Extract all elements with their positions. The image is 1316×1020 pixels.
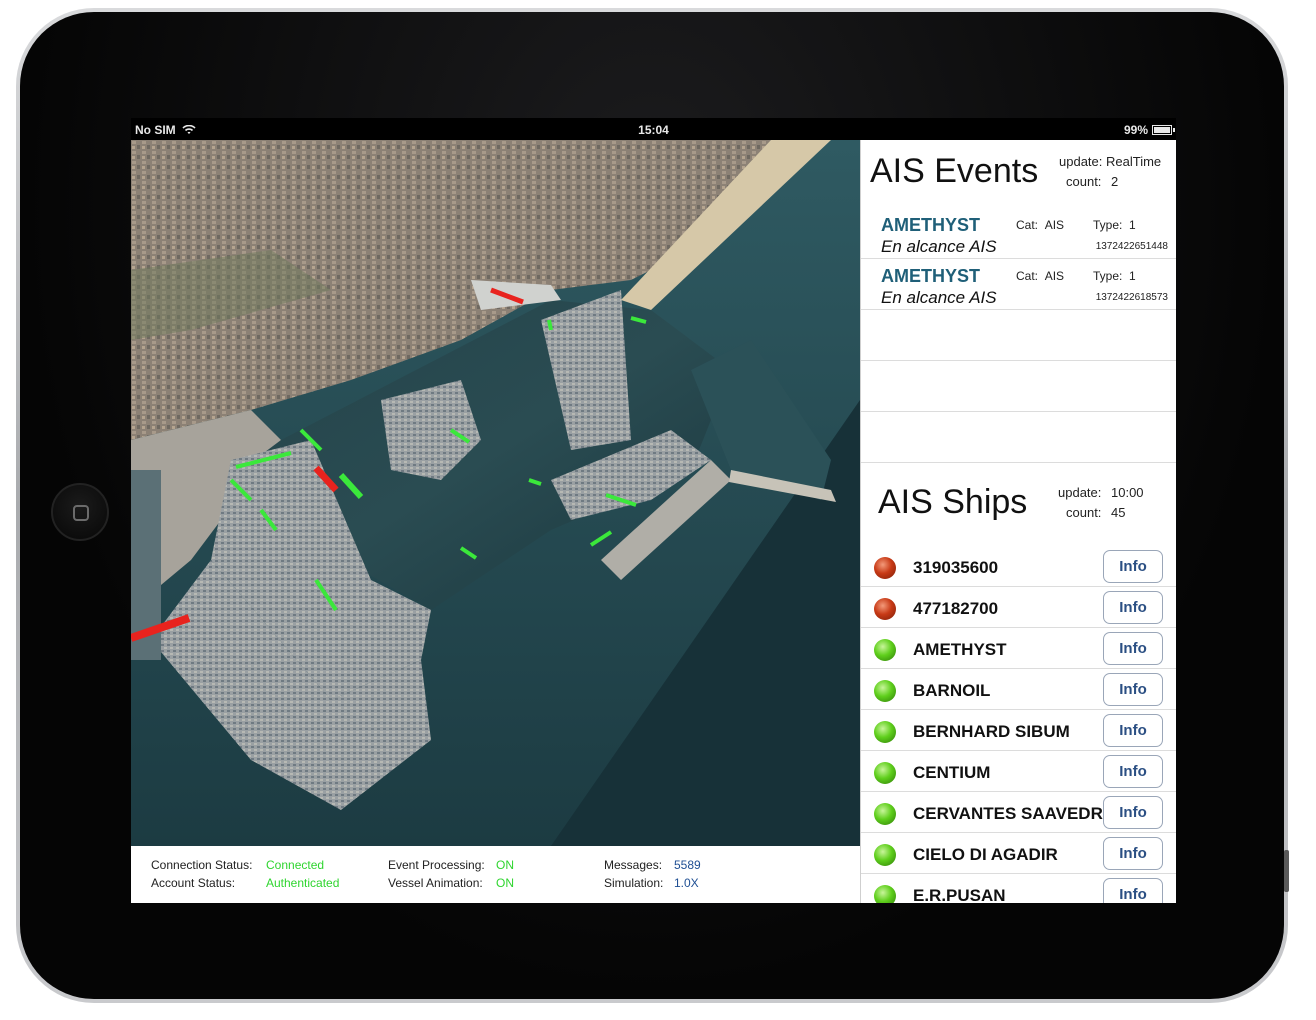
ship-info-button[interactable]: Info xyxy=(1103,591,1163,624)
divider xyxy=(861,462,1176,463)
ships-count-label: count: xyxy=(1066,505,1102,520)
events-count-label: count: xyxy=(1066,174,1102,189)
ship-info-button[interactable]: Info xyxy=(1103,673,1163,706)
battery-percent: 99% xyxy=(1123,123,1148,137)
account-status-label: Account Status: xyxy=(151,876,236,890)
connection-status-value: Connected xyxy=(266,858,325,872)
ship-row[interactable]: 477182700 Info xyxy=(861,587,1176,628)
home-square-icon xyxy=(73,505,89,521)
ship-name: CENTIUM xyxy=(913,763,991,782)
connection-status-label: Connection Status: xyxy=(151,858,253,872)
divider xyxy=(861,258,1176,259)
ship-marker[interactable] xyxy=(547,319,553,331)
ship-name: BERNHARD SIBUM xyxy=(913,722,1070,741)
vessel-animation-value: ON xyxy=(496,876,514,890)
ship-name: CERVANTES SAAVEDRA xyxy=(913,804,1116,823)
side-button xyxy=(1284,850,1289,892)
ship-row[interactable]: BARNOIL Info xyxy=(861,669,1176,710)
ship-info-button[interactable]: Info xyxy=(1103,714,1163,747)
event-ship-name: AMETHYST xyxy=(881,215,980,235)
battery-icon xyxy=(1152,125,1175,135)
harbor-map[interactable] xyxy=(131,140,860,846)
event-description: En alcance AIS xyxy=(881,288,997,307)
ship-row[interactable]: E.R.PUSAN Info xyxy=(861,874,1176,903)
ship-info-button[interactable]: Info xyxy=(1103,550,1163,583)
divider xyxy=(861,411,1176,412)
divider xyxy=(861,309,1176,310)
event-processing-label: Event Processing: xyxy=(388,858,485,872)
ship-status-icon xyxy=(874,680,896,702)
ship-status-icon xyxy=(874,885,896,903)
event-type-label: Type: xyxy=(1093,269,1123,283)
ship-status-icon xyxy=(874,557,896,579)
event-timestamp: 1372422651448 xyxy=(1095,241,1168,252)
screen: No SIM 15:04 99% Connection Status: Conn… xyxy=(131,118,1176,903)
status-bar: No SIM 15:04 99% xyxy=(131,118,1176,140)
event-type-value: 1 xyxy=(1129,269,1136,283)
event-type-value: 1 xyxy=(1129,218,1136,232)
event-cat-value: AIS xyxy=(1044,269,1065,283)
ship-status-icon xyxy=(874,721,896,743)
ship-name: E.R.PUSAN xyxy=(913,886,1006,903)
event-processing-value: ON xyxy=(496,858,514,872)
events-update-label: update: xyxy=(1059,154,1103,169)
divider xyxy=(861,360,1176,361)
ship-name: 319035600 xyxy=(913,558,999,577)
ships-title: AIS Ships xyxy=(878,483,1028,521)
messages-label: Messages: xyxy=(604,858,663,872)
events-count-value: 2 xyxy=(1111,174,1119,189)
ship-row[interactable]: CIELO DI AGADIR Info xyxy=(861,833,1176,874)
ship-name: CIELO DI AGADIR xyxy=(913,845,1058,864)
satellite-map-image xyxy=(131,140,860,846)
clock: 15:04 xyxy=(638,123,669,137)
event-ship-name: AMETHYST xyxy=(881,266,980,286)
event-cat-value: AIS xyxy=(1044,218,1065,232)
ais-side-panel: AIS Events update: RealTime count: 2 AME… xyxy=(860,140,1176,903)
messages-value: 5589 xyxy=(674,858,701,872)
events-title: AIS Events xyxy=(870,152,1039,190)
ship-info-button[interactable]: Info xyxy=(1103,878,1163,903)
event-cat-label: Cat: xyxy=(1016,269,1039,283)
ships-update-value: 10:00 xyxy=(1111,485,1144,500)
home-button[interactable] xyxy=(51,483,109,541)
event-timestamp: 1372422618573 xyxy=(1095,292,1168,303)
simulation-label: Simulation: xyxy=(604,876,664,890)
ships-count-value: 45 xyxy=(1111,505,1126,520)
event-row[interactable]: AMETHYST En alcance AIS Cat: AIS Type: 1… xyxy=(861,260,1176,311)
events-update-value: RealTime xyxy=(1106,154,1162,169)
event-type-label: Type: xyxy=(1093,218,1123,232)
ship-status-icon xyxy=(874,598,896,620)
ship-name: BARNOIL xyxy=(913,681,991,700)
vessel-animation-label: Vessel Animation: xyxy=(388,876,483,890)
ship-status-icon xyxy=(874,762,896,784)
account-status-value: Authenticated xyxy=(266,876,340,890)
ship-info-button[interactable]: Info xyxy=(1103,796,1163,829)
ship-row[interactable]: 319035600 Info xyxy=(861,546,1176,587)
ship-name: 477182700 xyxy=(913,599,999,618)
ship-name: AMETHYST xyxy=(913,640,1007,659)
ship-status-icon xyxy=(874,639,896,661)
ship-row[interactable]: AMETHYST Info xyxy=(861,628,1176,669)
simulation-value: 1.0X xyxy=(674,876,699,890)
ship-info-button[interactable]: Info xyxy=(1103,837,1163,870)
event-cat-label: Cat: xyxy=(1016,218,1039,232)
ship-info-button[interactable]: Info xyxy=(1103,755,1163,788)
ship-info-button[interactable]: Info xyxy=(1103,632,1163,665)
ship-status-icon xyxy=(874,803,896,825)
ship-row[interactable]: CENTIUM Info xyxy=(861,751,1176,792)
event-row[interactable]: AMETHYST En alcance AIS Cat: AIS Type: 1… xyxy=(861,209,1176,260)
ship-status-icon xyxy=(874,844,896,866)
ship-row[interactable]: CERVANTES SAAVEDRA Info xyxy=(861,792,1176,833)
ships-update-label: update: xyxy=(1058,485,1102,500)
ship-row[interactable]: BERNHARD SIBUM Info xyxy=(861,710,1176,751)
connection-status-bar: Connection Status: Connected Account Sta… xyxy=(131,846,860,903)
event-description: En alcance AIS xyxy=(881,237,997,256)
